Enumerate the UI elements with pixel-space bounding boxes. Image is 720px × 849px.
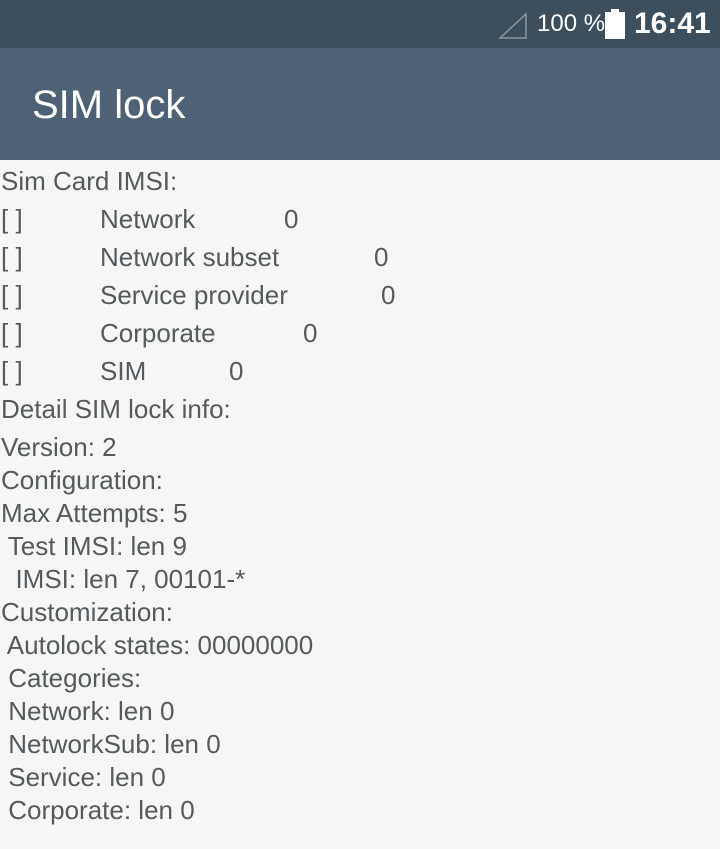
page-title: SIM lock: [32, 83, 186, 127]
lock-name: Service provider: [100, 280, 288, 310]
lock-name: SIM: [100, 356, 147, 386]
detail-line: NetworkSub: len 0: [1, 729, 221, 759]
detail-line: IMSI: len 7, 00101-*: [1, 564, 246, 594]
lock-name: Network subset: [100, 242, 280, 272]
lock-value: 0: [229, 356, 244, 386]
detail-line: Service: len 0: [1, 762, 166, 792]
lock-checkbox[interactable]: [ ]: [1, 204, 23, 234]
sim-lock-content: Sim Card IMSI: [ ] Network 0 [ ] Network…: [0, 160, 720, 849]
lock-checkbox[interactable]: [ ]: [1, 318, 23, 348]
lock-checkbox[interactable]: [ ]: [1, 280, 23, 310]
battery-percent: 100 %: [537, 10, 606, 37]
signal-strength-icon: [498, 12, 527, 39]
lock-value: 0: [284, 204, 299, 234]
detail-line: Customization:: [1, 597, 173, 627]
detail-line: Max Attempts: 5: [1, 498, 188, 528]
detail-line: Version: 2: [1, 432, 117, 462]
detail-line: Corporate: len 0: [1, 795, 195, 825]
lock-name: Corporate: [100, 318, 216, 348]
detail-line: Autolock states: 00000000: [1, 630, 314, 660]
status-bar: 100 % 16:41: [0, 0, 720, 48]
detail-line: Test IMSI: len 9: [1, 531, 187, 561]
lock-value: 0: [303, 318, 318, 348]
detail-line: Network: len 0: [1, 696, 175, 726]
lock-value: 0: [374, 242, 389, 272]
sim-card-imsi-label: Sim Card IMSI:: [1, 166, 178, 196]
lock-checkbox[interactable]: [ ]: [1, 356, 23, 386]
app-bar: SIM lock: [0, 48, 720, 160]
lock-value: 0: [381, 280, 396, 310]
clock: 16:41: [634, 7, 711, 40]
battery-icon: [605, 9, 625, 39]
detail-line: Categories:: [1, 663, 142, 693]
lock-checkbox[interactable]: [ ]: [1, 242, 23, 272]
detail-line: Configuration:: [1, 465, 163, 495]
detail-label: Detail SIM lock info:: [1, 394, 231, 424]
lock-name: Network: [100, 204, 196, 234]
